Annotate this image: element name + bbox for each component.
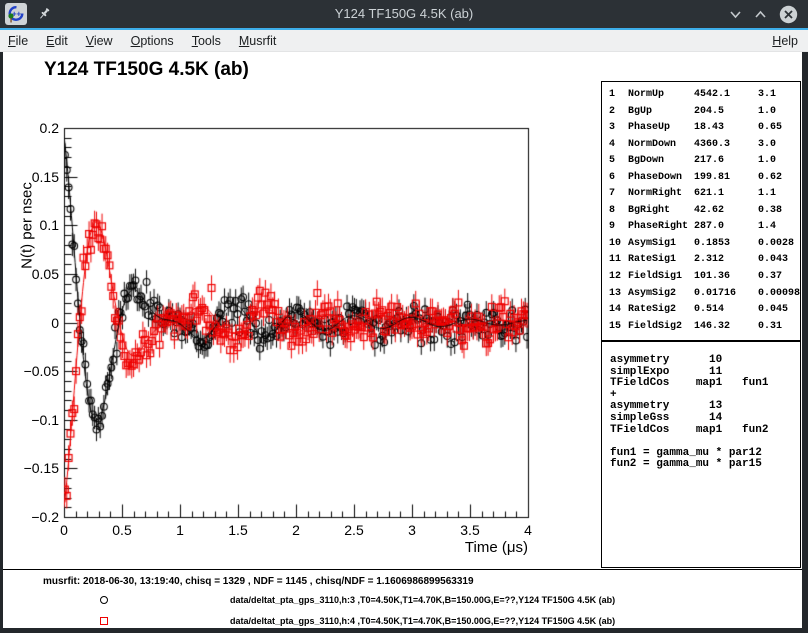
x-tick-label: 1 xyxy=(176,522,184,538)
close-button[interactable] xyxy=(778,4,798,24)
y-tick-label: 0 xyxy=(0,315,59,331)
y-tick-label: −0.2 xyxy=(0,509,59,525)
menu-options[interactable]: Options xyxy=(122,30,183,52)
plot-region: Time (μs) N(t) per nsec 00.511.522.533.5… xyxy=(0,52,600,577)
parameter-table: 1NormUp4542.13.12BgUp204.51.03PhaseUp18.… xyxy=(601,81,801,341)
menubar: File Edit View Options Tools Musrfit Hel… xyxy=(0,30,808,52)
titlebar[interactable]: ++ Y124 TF150G 4.5K (ab) xyxy=(0,0,808,28)
theory-line: asymmetry 10 xyxy=(610,355,800,367)
x-tick-label: 0.5 xyxy=(112,522,131,538)
window-border-bottom xyxy=(0,628,808,633)
y-tick-label: 0.1 xyxy=(0,217,59,233)
menu-musrfit[interactable]: Musrfit xyxy=(230,30,286,52)
app-window: ++ Y124 TF150G 4.5K (ab) xyxy=(0,0,808,633)
y-tick-label: 0.2 xyxy=(0,120,59,136)
parameter-row: 2BgUp204.51.0 xyxy=(609,104,800,121)
parameter-row: 14RateSig20.5140.045 xyxy=(609,302,800,319)
parameter-row: 7NormRight621.11.1 xyxy=(609,186,800,203)
parameter-row: 9PhaseRight287.01.4 xyxy=(609,219,800,236)
plot-canvas[interactable] xyxy=(0,52,600,577)
menu-help[interactable]: Help xyxy=(762,30,808,52)
legend-label-h3: data/deltat_pta_gps_3110,h:3 ,T0=4.50K,T… xyxy=(230,595,615,605)
x-tick-label: 2 xyxy=(292,522,300,538)
menu-view[interactable]: View xyxy=(77,30,122,52)
x-tick-label: 1.5 xyxy=(228,522,247,538)
minimize-button[interactable] xyxy=(725,4,745,24)
theory-line: TFieldCos map1 fun2 xyxy=(610,425,800,437)
parameter-row: 8BgRight42.620.38 xyxy=(609,203,800,220)
x-tick-label: 2.5 xyxy=(344,522,363,538)
x-tick-label: 3.5 xyxy=(460,522,479,538)
theory-block: asymmetry 10simplExpo 11TFieldCos map1 f… xyxy=(601,341,801,568)
y-tick-label: 0.15 xyxy=(0,169,59,185)
window-border-left xyxy=(0,52,3,628)
parameter-row: 15FieldSig2146.320.31 xyxy=(609,319,800,336)
y-tick-label: −0.1 xyxy=(0,412,59,428)
window-border-right xyxy=(802,52,808,628)
menu-edit[interactable]: Edit xyxy=(37,30,77,52)
x-axis-title: Time (μs) xyxy=(388,539,528,556)
x-tick-label: 3 xyxy=(408,522,416,538)
parameter-row: 11RateSig12.3120.043 xyxy=(609,252,800,269)
window-title: Y124 TF150G 4.5K (ab) xyxy=(0,0,808,28)
y-tick-label: −0.15 xyxy=(0,460,59,476)
fit-status-line: musrfit: 2018-06-30, 13:19:40, chisq = 1… xyxy=(43,576,474,587)
legend-square-marker-icon xyxy=(100,617,108,625)
maximize-button[interactable] xyxy=(750,4,770,24)
menu-tools[interactable]: Tools xyxy=(183,30,230,52)
legend-label-h4: data/deltat_pta_gps_3110,h:4 ,T0=4.50K,T… xyxy=(230,616,615,626)
x-tick-label: 0 xyxy=(60,522,68,538)
parameter-row: 4NormDown4360.33.0 xyxy=(609,137,800,154)
y-tick-label: −0.05 xyxy=(0,363,59,379)
status-divider xyxy=(0,569,808,570)
theory-line: TFieldCos map1 fun1 xyxy=(610,378,800,390)
parameter-row: 12FieldSig1101.360.37 xyxy=(609,269,800,286)
parameter-row: 10AsymSig10.18530.0028 xyxy=(609,236,800,253)
parameter-row: 3PhaseUp18.430.65 xyxy=(609,120,800,137)
theory-line: fun2 = gamma_mu * par15 xyxy=(610,459,800,471)
parameter-row: 6PhaseDown199.810.62 xyxy=(609,170,800,187)
menu-file[interactable]: File xyxy=(0,30,37,52)
y-tick-label: 0.05 xyxy=(0,266,59,282)
theory-line: simpleGss 14 xyxy=(610,413,800,425)
parameter-row: 5BgDown217.61.0 xyxy=(609,153,800,170)
parameter-row: 13AsymSig20.017160.00098 xyxy=(609,286,800,303)
parameter-row: 1NormUp4542.13.1 xyxy=(609,87,800,104)
theory-line xyxy=(610,436,800,448)
legend-circle-marker-icon xyxy=(100,596,108,604)
x-tick-label: 4 xyxy=(524,522,532,538)
